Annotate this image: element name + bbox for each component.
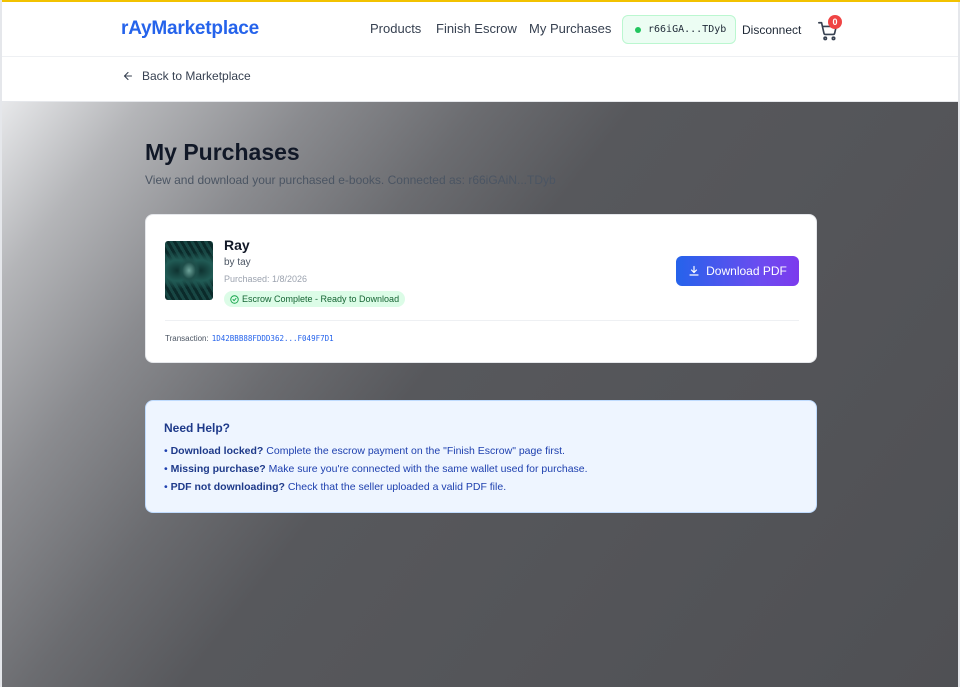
header: rAyMarketplace Products Finish Escrow My… xyxy=(2,2,958,57)
back-label: Back to Marketplace xyxy=(142,69,251,83)
help-title: Need Help? xyxy=(164,421,231,435)
help-item: • Missing purchase? Make sure you're con… xyxy=(164,463,588,475)
help-item: • PDF not downloading? Check that the se… xyxy=(164,481,507,493)
connected-dot-icon xyxy=(635,26,641,33)
help-item: • Download locked? Complete the escrow p… xyxy=(164,445,565,457)
purchase-card: Ray by tay Purchased: 1/8/2026 Escrow Co… xyxy=(145,214,817,363)
back-to-marketplace-link[interactable]: Back to Marketplace xyxy=(122,69,251,83)
transaction-label: Transaction: xyxy=(165,334,209,343)
main-content: My Purchases View and download your purc… xyxy=(2,102,958,687)
page-subtitle: View and download your purchased e-books… xyxy=(145,173,556,187)
help-item-text: Complete the escrow payment on the "Fini… xyxy=(263,445,565,457)
help-item-heading: Download locked? xyxy=(170,445,264,457)
help-item-heading: Missing purchase? xyxy=(170,463,266,475)
check-circle-icon xyxy=(230,294,239,304)
book-author: by tay xyxy=(224,257,251,268)
sub-navigation-bar: Back to Marketplace xyxy=(2,57,958,102)
wallet-address: r66iGA...TDyb xyxy=(648,24,727,35)
page-title: My Purchases xyxy=(145,139,300,165)
transaction-hash-link[interactable]: 1D42BBB88FDDD362...F049F7D1 xyxy=(212,334,334,343)
nav-my-purchases[interactable]: My Purchases xyxy=(529,21,611,36)
download-label: Download PDF xyxy=(706,264,787,278)
arrow-left-icon xyxy=(123,71,133,81)
help-panel: Need Help? • Download locked? Complete t… xyxy=(145,400,817,513)
help-item-text: Check that the seller uploaded a valid P… xyxy=(284,481,507,493)
help-item-text: Make sure you're connected with the same… xyxy=(265,463,588,475)
transaction-row: Transaction: 1D42BBB88FDDD362...F049F7D1 xyxy=(165,334,334,343)
download-icon xyxy=(689,265,699,276)
nav-products[interactable]: Products xyxy=(370,21,421,36)
book-title: Ray xyxy=(224,237,250,253)
status-badge: Escrow Complete - Ready to Download xyxy=(224,291,406,307)
cart-count-badge: 0 xyxy=(828,15,842,29)
status-text: Escrow Complete - Ready to Download xyxy=(242,294,400,304)
book-cover-image xyxy=(165,241,213,300)
nav-finish-escrow[interactable]: Finish Escrow xyxy=(436,21,517,36)
brand-logo[interactable]: rAyMarketplace xyxy=(121,18,259,40)
wallet-badge[interactable]: r66iGA...TDyb xyxy=(622,15,736,44)
disconnect-button[interactable]: Disconnect xyxy=(742,23,801,37)
help-item-heading: PDF not downloading? xyxy=(170,481,285,493)
purchase-date: Purchased: 1/8/2026 xyxy=(224,274,308,284)
card-divider xyxy=(165,320,799,321)
download-pdf-button[interactable]: Download PDF xyxy=(676,256,799,286)
